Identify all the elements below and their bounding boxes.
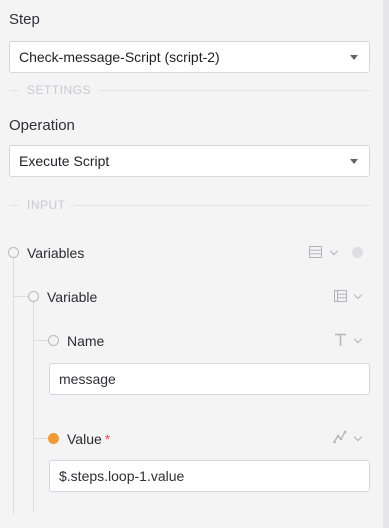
scrollbar[interactable] [383, 0, 389, 528]
name-field-toggle[interactable] [48, 335, 59, 346]
tree-line [33, 340, 48, 341]
status-dot-icon [352, 247, 363, 258]
step-select[interactable]: Check-message-Script (script-2) [9, 41, 370, 73]
operation-label: Operation [9, 117, 75, 134]
name-field-value: message [59, 371, 116, 387]
tree-line [33, 438, 48, 439]
name-field-input[interactable]: message [49, 363, 370, 395]
name-field-label: Name [67, 333, 105, 349]
operation-select[interactable]: Execute Script [9, 145, 370, 177]
settings-section-label: SETTINGS [27, 83, 92, 97]
step-label: Step [9, 11, 40, 28]
value-field-input[interactable]: $.steps.loop-1.value [49, 460, 370, 492]
variables-expand-toggle[interactable] [8, 247, 19, 258]
dropdown-caret-icon [350, 159, 358, 164]
tree-line [13, 296, 28, 297]
tree-line [33, 302, 34, 512]
variable-expand-toggle[interactable] [28, 291, 39, 302]
input-section-header: INPUT [9, 198, 370, 212]
value-field-status-indicator [48, 433, 59, 444]
value-field-label: Value [67, 431, 102, 447]
expression-icon[interactable] [333, 430, 347, 444]
chevron-down-icon[interactable] [329, 246, 339, 256]
operation-select-value: Execute Script [19, 153, 110, 169]
input-section-label: INPUT [27, 198, 66, 212]
text-type-icon[interactable] [334, 333, 347, 347]
settings-section-header: SETTINGS [9, 83, 370, 97]
dropdown-caret-icon [350, 55, 358, 60]
variables-label: Variables [27, 245, 85, 261]
object-list-icon[interactable] [334, 290, 347, 302]
list-icon[interactable] [309, 246, 322, 258]
chevron-down-icon[interactable] [353, 334, 363, 344]
chevron-down-icon[interactable] [353, 432, 363, 442]
value-field-label-wrap: Value * [67, 431, 110, 447]
chevron-down-icon[interactable] [353, 290, 363, 300]
required-marker: * [104, 431, 111, 447]
value-field-value: $.steps.loop-1.value [59, 468, 185, 484]
step-select-value: Check-message-Script (script-2) [19, 49, 220, 65]
variable-label: Variable [47, 289, 98, 305]
